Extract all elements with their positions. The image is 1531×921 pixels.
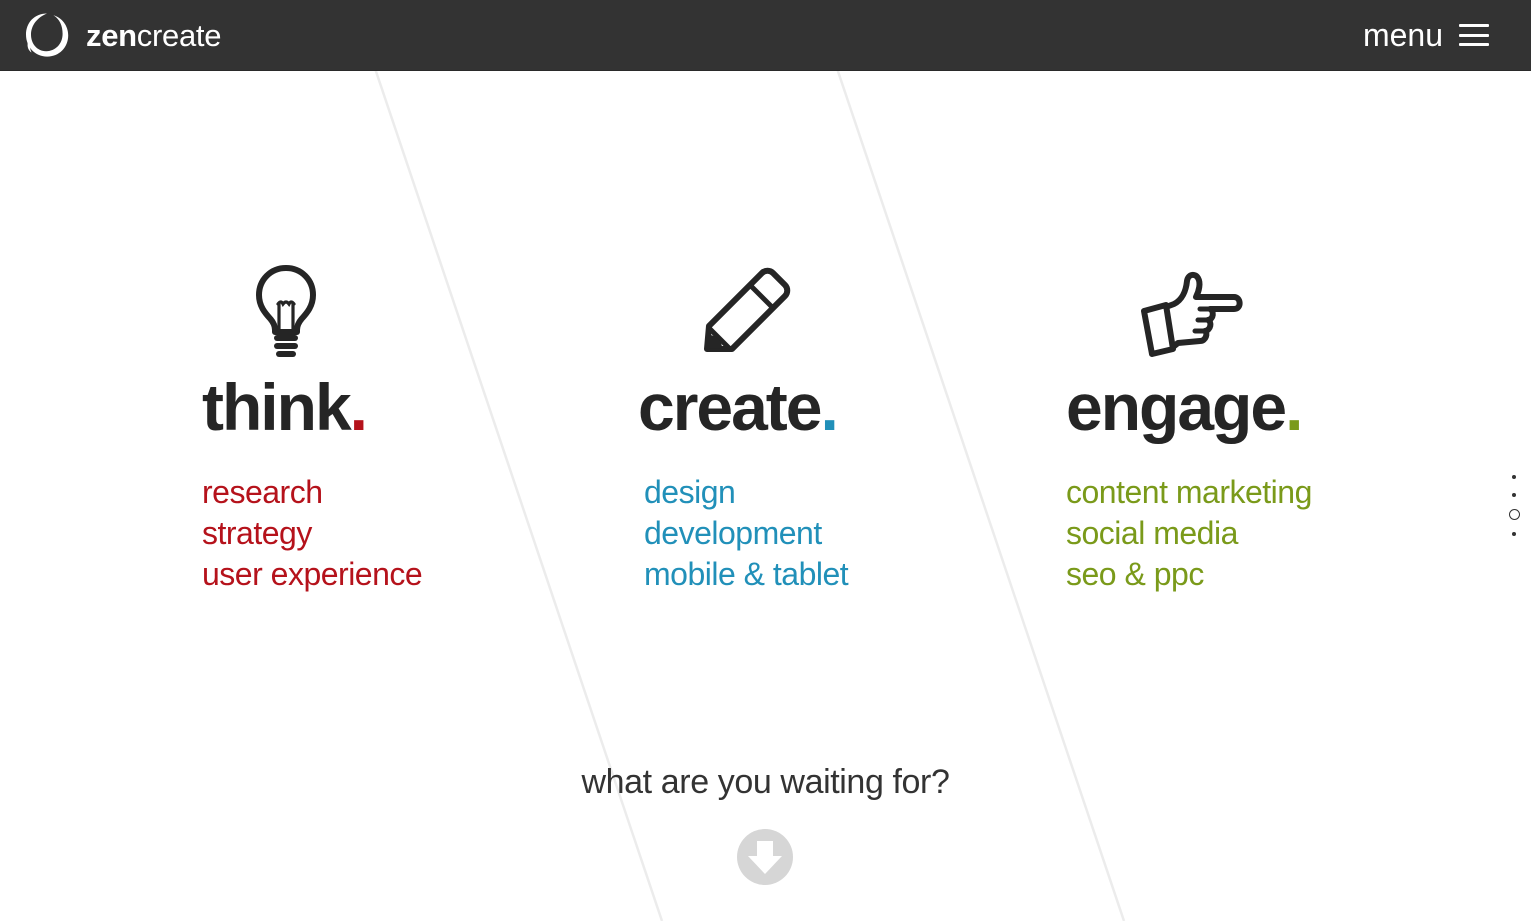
column-title-engage: engage. — [1066, 374, 1303, 440]
logo-text-bold: zen — [86, 17, 137, 53]
title-accent-dot: . — [349, 370, 368, 444]
logo-wordmark: zen create — [86, 20, 221, 51]
hamburger-icon — [1459, 24, 1489, 46]
logo-link[interactable]: zen create — [22, 10, 221, 60]
service-item-social-media[interactable]: social media — [1066, 513, 1312, 554]
service-item-content-marketing[interactable]: content marketing — [1066, 472, 1312, 513]
column-title-text: think — [202, 370, 352, 444]
service-item-development[interactable]: development — [644, 513, 848, 554]
section-dots-nav — [1507, 468, 1521, 543]
service-item-seo-ppc[interactable]: seo & ppc — [1066, 554, 1312, 595]
menu-label: menu — [1362, 17, 1443, 53]
service-item-research[interactable]: research — [202, 472, 422, 513]
column-title-text: engage — [1066, 370, 1287, 444]
column-title-create: create. — [638, 374, 839, 440]
page: zen create menu think. research strategy … — [0, 0, 1531, 921]
site-header: zen create menu — [0, 0, 1531, 71]
service-item-strategy[interactable]: strategy — [202, 513, 422, 554]
pointing-hand-icon — [1141, 271, 1243, 357]
section-dot-1[interactable] — [1512, 475, 1516, 479]
menu-button[interactable]: menu — [1363, 12, 1489, 58]
service-list-think: research strategy user experience — [202, 472, 423, 595]
title-accent-dot: . — [1285, 370, 1304, 444]
service-list-engage: content marketing social media seo & ppc — [1066, 472, 1312, 595]
service-item-mobile-tablet[interactable]: mobile & tablet — [644, 554, 849, 595]
arrow-down-circle-icon[interactable] — [737, 829, 793, 885]
cta-heading: what are you waiting for? — [581, 763, 950, 801]
service-item-user-experience[interactable]: user experience — [202, 554, 423, 595]
title-accent-dot: . — [820, 370, 839, 444]
service-list-create: design development mobile & tablet — [644, 472, 849, 595]
pencil-icon — [704, 267, 791, 352]
column-title-text: create — [638, 370, 822, 444]
section-dot-4[interactable] — [1512, 532, 1516, 536]
lightbulb-icon — [256, 265, 316, 357]
logo-text-light: create — [136, 17, 222, 53]
section-dot-2[interactable] — [1512, 493, 1516, 497]
enso-circle-logo-icon — [26, 13, 69, 57]
column-title-think: think. — [202, 374, 368, 440]
section-dot-3-active[interactable] — [1508, 509, 1520, 520]
service-item-design[interactable]: design — [644, 472, 848, 513]
